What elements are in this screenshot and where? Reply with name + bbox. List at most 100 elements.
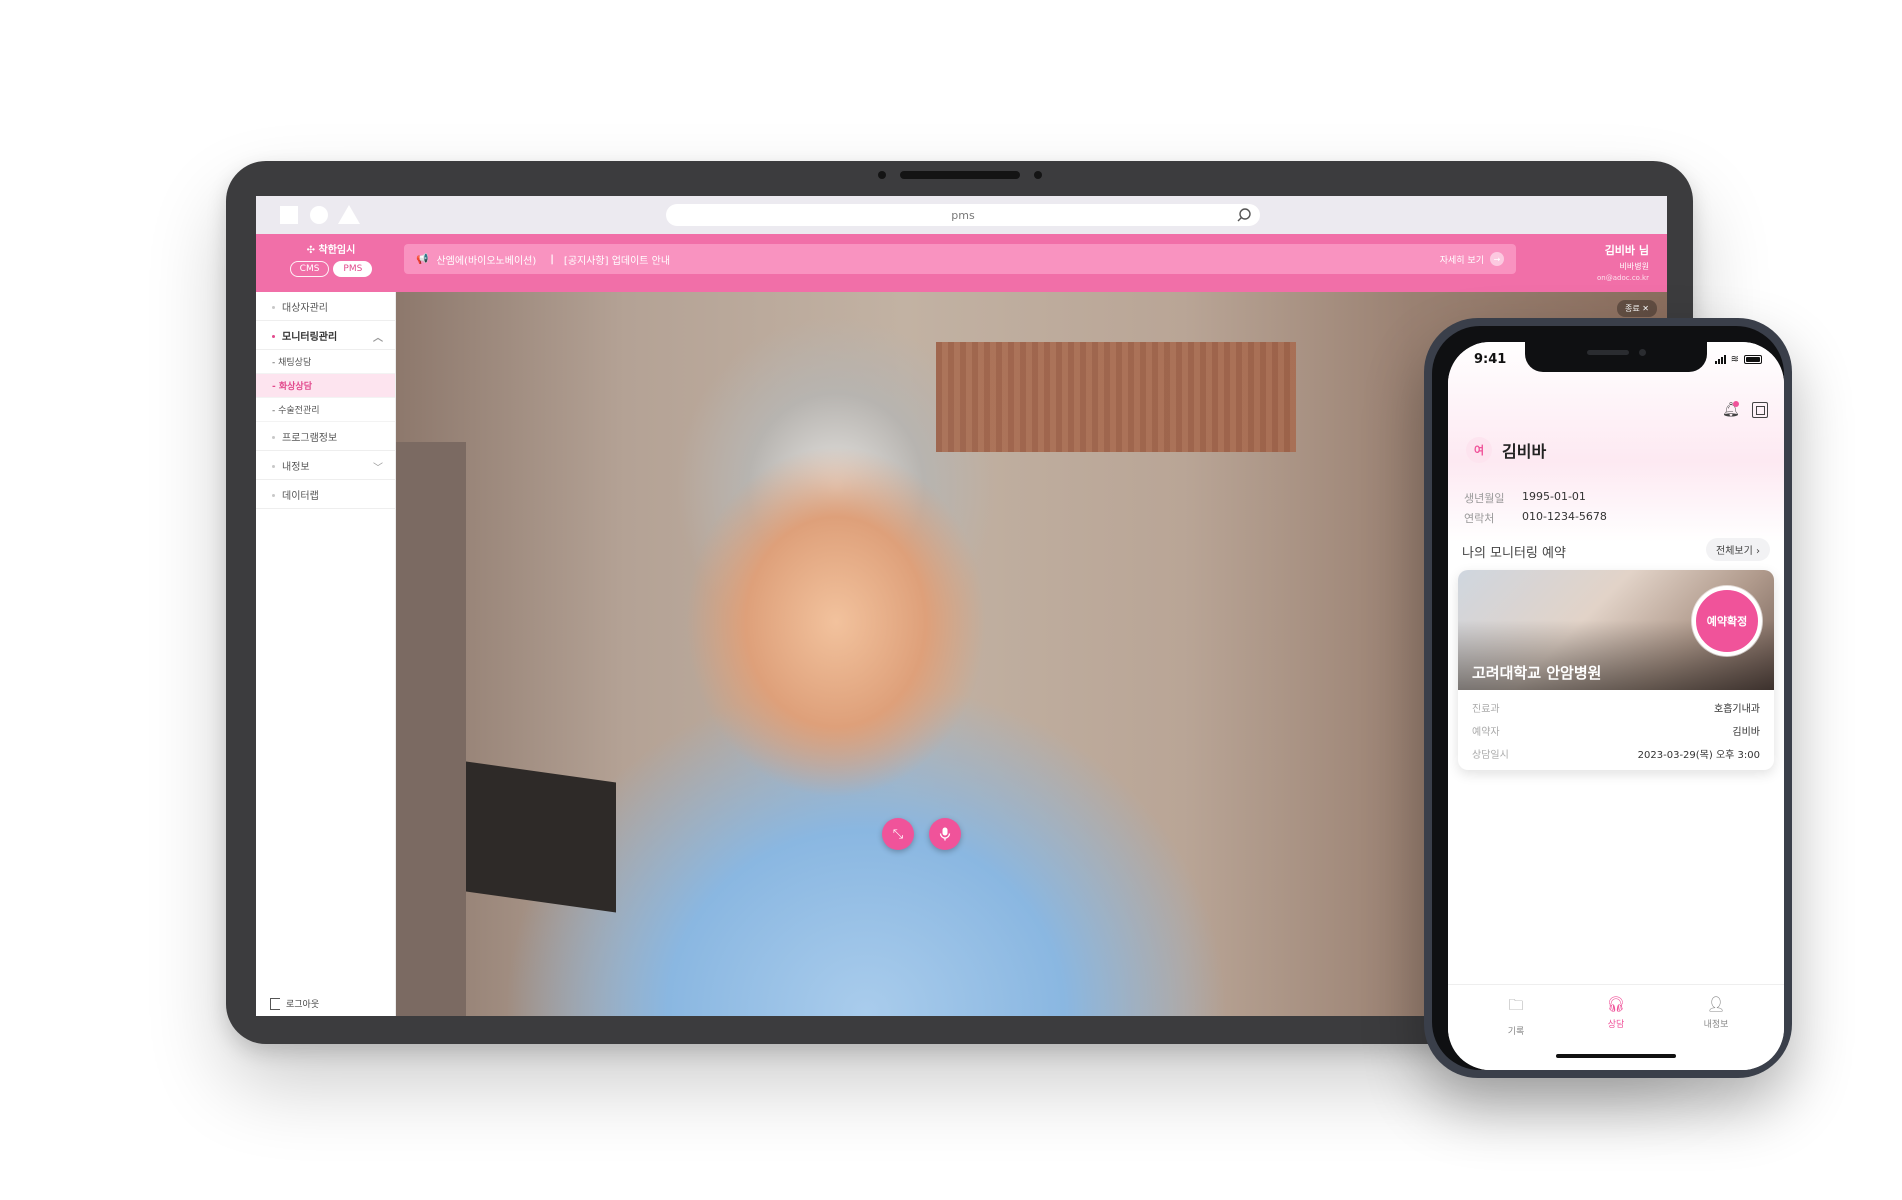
card-image: 고려대학교 안암병원 바이오의료 예약확정 — [1458, 570, 1774, 707]
sidebar-item-myinfo[interactable]: 내정보 ﹀ — [256, 451, 395, 480]
notch-camera — [1639, 349, 1646, 356]
user-email: on@adoc.co.kr — [1597, 274, 1649, 282]
home-indicator — [1556, 1054, 1676, 1058]
phone-notch — [1525, 342, 1707, 372]
microphone-icon — [939, 827, 951, 841]
phone-device: 9:41 ≋ 🔔︎ 여 김비바 생년월일 1995-01-01 연락처 010-… — [1424, 318, 1792, 1078]
sidebar: 대상자관리 모니터링관리 ︿ - 채팅상담 - 화상상담 - 수술전관리 프로그… — [256, 292, 396, 1016]
headset-icon: 🎧︎ — [1606, 995, 1626, 1013]
notification-badge — [1733, 401, 1739, 407]
section-title: 나의 모니터링 예약 — [1462, 546, 1566, 561]
card-row: 상담일시 2023-03-29(목) 오후 3:00 — [1472, 746, 1760, 761]
profile: 여 김비바 — [1466, 437, 1546, 463]
camera-dot — [877, 171, 886, 179]
info-label: 생년월일 — [1464, 492, 1505, 505]
speaker-bar — [899, 171, 1020, 179]
square-icon[interactable] — [280, 206, 298, 224]
user-name: 김비바 님 — [1604, 244, 1649, 257]
card-row: 예약자 김비바 — [1472, 723, 1760, 738]
chevron-up-icon: ︿ — [373, 333, 383, 344]
sidebar-item-subjects[interactable]: 대상자관리 — [256, 292, 395, 321]
app-header: ✣ 착한임시 CMS PMS 📢 산엠에(바이오노베이션) | [공지사항] 업… — [256, 234, 1667, 292]
arrow-right-icon: → — [1490, 252, 1504, 266]
sidebar-sub-video[interactable]: - 화상상담 — [256, 374, 395, 398]
info-value: 010-1234-5678 — [1522, 510, 1607, 523]
status-time: 9:41 — [1474, 352, 1507, 367]
brand-logo[interactable]: ✣ 착한임시 — [276, 241, 386, 256]
logout-icon — [270, 997, 280, 1010]
brand: ✣ 착한임시 CMS PMS — [276, 241, 386, 277]
phone-bezel: 9:41 ≋ 🔔︎ 여 김비바 생년월일 1995-01-01 연락처 010-… — [1432, 326, 1784, 1070]
signal-icon — [1714, 355, 1726, 364]
end-call-label: 종료 — [1625, 304, 1640, 313]
tab-cms[interactable]: CMS — [289, 261, 330, 277]
tab-label: 기록 — [1507, 1027, 1525, 1037]
background-blinds — [936, 342, 1296, 452]
card-row-label: 상담일시 — [1472, 750, 1509, 761]
sidebar-item-label: 모니터링관리 — [282, 331, 338, 343]
sidebar-item-program[interactable]: 프로그램정보 — [256, 422, 395, 451]
system-tabs: CMS PMS — [276, 261, 386, 277]
view-all-button[interactable]: 전체보기 › — [1706, 538, 1770, 561]
card-row-value: 김비바 — [1732, 727, 1760, 738]
bottom-tab-bar: 🗀 기록 🎧︎ 상담 👤︎ 내정보 — [1448, 984, 1784, 1070]
info-phone: 연락처 010-1234-5678 — [1464, 510, 1607, 526]
stage: pms ✣ 착한임시 CMS PMS 📢 산엠에(바이오노베이션) | [공지사… — [0, 0, 1902, 1200]
qr-icon[interactable] — [1752, 402, 1768, 418]
tab-pms[interactable]: PMS — [333, 261, 373, 277]
bell-icon[interactable]: 🔔︎ — [1722, 401, 1740, 418]
notice-more-label: 자세히 보기 — [1439, 255, 1484, 266]
card-row-value: 2023-03-29(목) 오후 3:00 — [1637, 750, 1760, 761]
sidebar-item-monitoring[interactable]: 모니터링관리 ︿ — [256, 321, 395, 350]
mic-button[interactable] — [929, 818, 961, 850]
tablet-camera — [877, 171, 1042, 179]
tab-label: 상담 — [1607, 1020, 1625, 1030]
search-icon[interactable] — [1236, 207, 1252, 223]
sidebar-item-label: 내정보 — [282, 461, 310, 473]
notice-more-link[interactable]: 자세히 보기 → — [1440, 252, 1504, 266]
battery-icon — [1744, 355, 1762, 364]
notch-speaker — [1587, 350, 1629, 355]
tab-records[interactable]: 🗀 기록 — [1476, 995, 1556, 1037]
info-label: 연락처 — [1464, 512, 1495, 525]
minimize-button[interactable]: ⤡ — [882, 818, 914, 850]
end-call-button[interactable]: 종료 ✕ — [1617, 300, 1657, 317]
camera-dot — [1033, 171, 1042, 179]
circle-icon[interactable] — [310, 206, 328, 224]
phone-screen: 9:41 ≋ 🔔︎ 여 김비바 생년월일 1995-01-01 연락처 010-… — [1448, 342, 1784, 1070]
tab-label: 내정보 — [1703, 1020, 1729, 1030]
url-bar[interactable]: pms — [666, 204, 1260, 226]
folder-icon: 🗀 — [1508, 996, 1524, 1014]
status-icons: ≋ — [1714, 354, 1762, 365]
minimize-icon: ⤡ — [892, 826, 904, 842]
chevron-down-icon: ﹀ — [373, 463, 383, 474]
profile-name: 김비바 — [1502, 442, 1547, 461]
url-text: pms — [951, 208, 975, 222]
gender-badge: 여 — [1466, 437, 1492, 463]
notice-bar[interactable]: 📢 산엠에(바이오노베이션) | [공지사항] 업데이트 안내 자세히 보기 → — [404, 244, 1516, 274]
browser-toolbar: pms — [256, 196, 1667, 234]
background-cabinet — [396, 442, 466, 1016]
info-birth: 생년월일 1995-01-01 — [1464, 490, 1586, 506]
user-org: 비바병원 — [1619, 262, 1649, 271]
card-row-label: 예약자 — [1472, 727, 1500, 738]
notice-divider: | — [550, 253, 554, 265]
sidebar-sub-chat[interactable]: - 채팅상담 — [256, 350, 395, 374]
triangle-icon[interactable] — [338, 205, 360, 224]
brand-name: 착한임시 — [318, 245, 356, 256]
logout-button[interactable]: 로그아웃 — [270, 997, 319, 1010]
user-info[interactable]: 김비바 님 비바병원 on@adoc.co.kr — [1597, 242, 1649, 282]
view-all-label: 전체보기 — [1716, 546, 1753, 557]
megaphone-icon: 📢 — [416, 253, 429, 265]
sidebar-item-datalab[interactable]: 데이터랩 — [256, 480, 395, 509]
tab-myinfo[interactable]: 👤︎ 내정보 — [1676, 995, 1756, 1030]
info-value: 1995-01-01 — [1522, 490, 1586, 503]
card-row-value: 호흡기내과 — [1714, 704, 1760, 715]
reservation-card[interactable]: 고려대학교 안암병원 바이오의료 예약확정 진료과 호흡기내과 예약자 김비바 — [1458, 570, 1774, 770]
phone-top-actions: 🔔︎ — [1722, 401, 1768, 418]
sidebar-sub-preop[interactable]: - 수술전관리 — [256, 398, 395, 422]
notice-text: [공지사항] 업데이트 안내 — [563, 255, 671, 267]
tab-consult[interactable]: 🎧︎ 상담 — [1576, 995, 1656, 1030]
background-keyboard — [466, 761, 616, 913]
card-org: 바이오의료 — [1472, 696, 1518, 707]
